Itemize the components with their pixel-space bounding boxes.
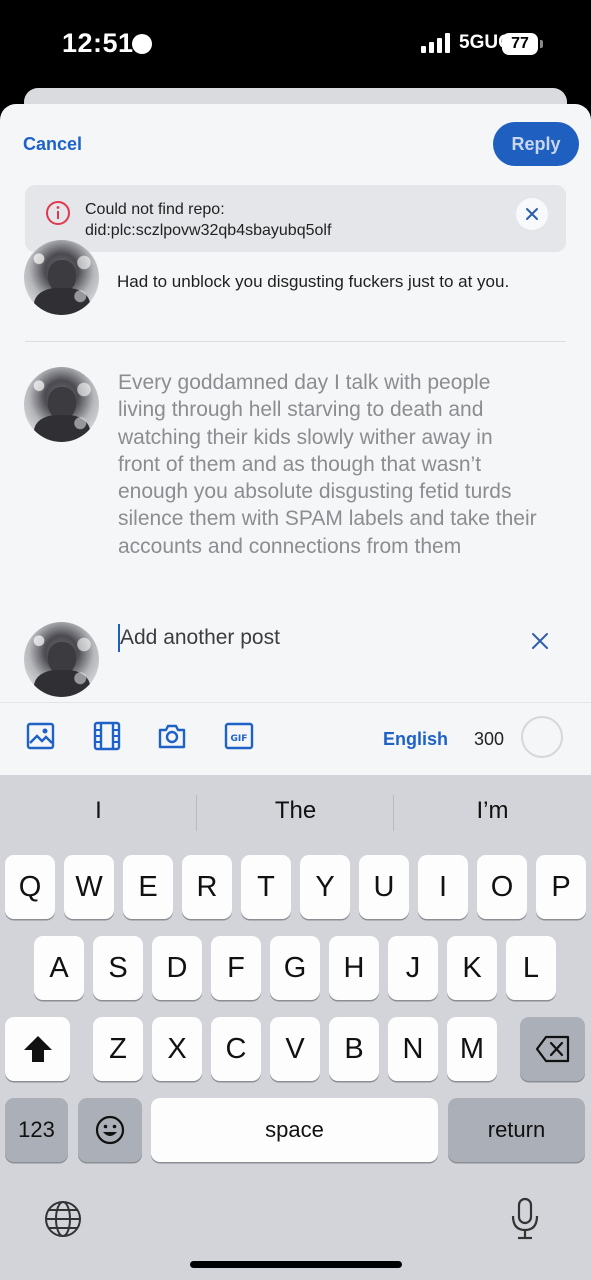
- character-progress-ring: [521, 716, 563, 758]
- error-message: Could not find repo: did:plc:sczlpovw32q…: [85, 199, 331, 241]
- key-v[interactable]: V: [270, 1017, 320, 1081]
- key-t[interactable]: T: [241, 855, 291, 919]
- key-k[interactable]: K: [447, 936, 497, 1000]
- suggestion-bar: I The I’m: [0, 775, 591, 853]
- key-j[interactable]: J: [388, 936, 438, 1000]
- key-d[interactable]: D: [152, 936, 202, 1000]
- key-l[interactable]: L: [506, 936, 556, 1000]
- key-i[interactable]: I: [418, 855, 468, 919]
- remove-post-icon[interactable]: [528, 629, 552, 653]
- return-key[interactable]: return: [448, 1098, 585, 1162]
- add-post-row: Add another post: [0, 619, 591, 699]
- emoji-key[interactable]: [78, 1098, 142, 1162]
- shift-icon: [23, 1036, 52, 1062]
- avatar: [24, 240, 99, 315]
- svg-text:GIF: GIF: [231, 734, 248, 744]
- error-close-button[interactable]: [516, 198, 548, 230]
- error-line-2: did:plc:sczlpovw32qb4sbayubq5olf: [85, 222, 332, 239]
- image-icon[interactable]: [26, 721, 56, 751]
- key-q[interactable]: Q: [5, 855, 55, 919]
- add-post-input[interactable]: Add another post: [120, 624, 280, 652]
- key-n[interactable]: N: [388, 1017, 438, 1081]
- close-icon: [526, 208, 538, 220]
- key-r[interactable]: R: [182, 855, 232, 919]
- key-p[interactable]: P: [536, 855, 586, 919]
- key-a[interactable]: A: [34, 936, 84, 1000]
- camera-icon[interactable]: [157, 721, 187, 751]
- shift-key[interactable]: [5, 1017, 70, 1081]
- composer-toolbar: GIF English 300: [0, 702, 591, 775]
- key-w[interactable]: W: [64, 855, 114, 919]
- space-key[interactable]: space: [151, 1098, 438, 1162]
- key-y[interactable]: Y: [300, 855, 350, 919]
- cancel-button[interactable]: Cancel: [23, 134, 82, 155]
- error-line-1: Could not find repo:: [85, 201, 225, 218]
- home-indicator: [190, 1261, 402, 1268]
- error-banner: Could not find repo: did:plc:sczlpovw32q…: [25, 185, 566, 252]
- key-z[interactable]: Z: [93, 1017, 143, 1081]
- recording-dot-icon: [132, 34, 152, 54]
- suggestion-3[interactable]: I’m: [394, 797, 591, 825]
- video-icon[interactable]: [92, 721, 122, 751]
- draft-post-text[interactable]: Every goddamned day I talk with people l…: [118, 369, 538, 560]
- language-selector[interactable]: English: [383, 729, 448, 750]
- status-bar: 12:51 5GUC 77: [0, 0, 591, 90]
- microphone-icon[interactable]: [510, 1197, 540, 1241]
- avatar: [24, 622, 99, 697]
- status-time: 12:51: [62, 28, 134, 58]
- key-e[interactable]: E: [123, 855, 173, 919]
- key-c[interactable]: C: [211, 1017, 261, 1081]
- numbers-key[interactable]: 123: [5, 1098, 68, 1162]
- character-count: 300: [474, 729, 505, 749]
- divider: [25, 341, 566, 342]
- key-s[interactable]: S: [93, 936, 143, 1000]
- key-b[interactable]: B: [329, 1017, 379, 1081]
- reply-button[interactable]: Reply: [493, 122, 579, 166]
- battery-tip: [540, 40, 543, 48]
- emoji-icon: [95, 1115, 125, 1145]
- avatar: [24, 367, 99, 442]
- battery-icon: 77: [502, 33, 538, 55]
- key-f[interactable]: F: [211, 936, 261, 1000]
- suggestion-1[interactable]: I: [0, 797, 197, 825]
- gif-icon[interactable]: GIF: [224, 721, 254, 751]
- key-g[interactable]: G: [270, 936, 320, 1000]
- suggestion-2[interactable]: The: [197, 797, 394, 825]
- key-h[interactable]: H: [329, 936, 379, 1000]
- parent-post-text: Had to unblock you disgusting fuckers ju…: [117, 272, 510, 291]
- backspace-icon: [535, 1035, 569, 1063]
- key-m[interactable]: M: [447, 1017, 497, 1081]
- keyboard: I The I’m Q W E R T Y U I O P A S D F G …: [0, 775, 591, 1280]
- key-x[interactable]: X: [152, 1017, 202, 1081]
- error-info-icon: [46, 201, 70, 225]
- backspace-key[interactable]: [520, 1017, 585, 1081]
- key-u[interactable]: U: [359, 855, 409, 919]
- globe-icon[interactable]: [43, 1199, 83, 1239]
- signal-icon: [421, 33, 450, 53]
- key-o[interactable]: O: [477, 855, 527, 919]
